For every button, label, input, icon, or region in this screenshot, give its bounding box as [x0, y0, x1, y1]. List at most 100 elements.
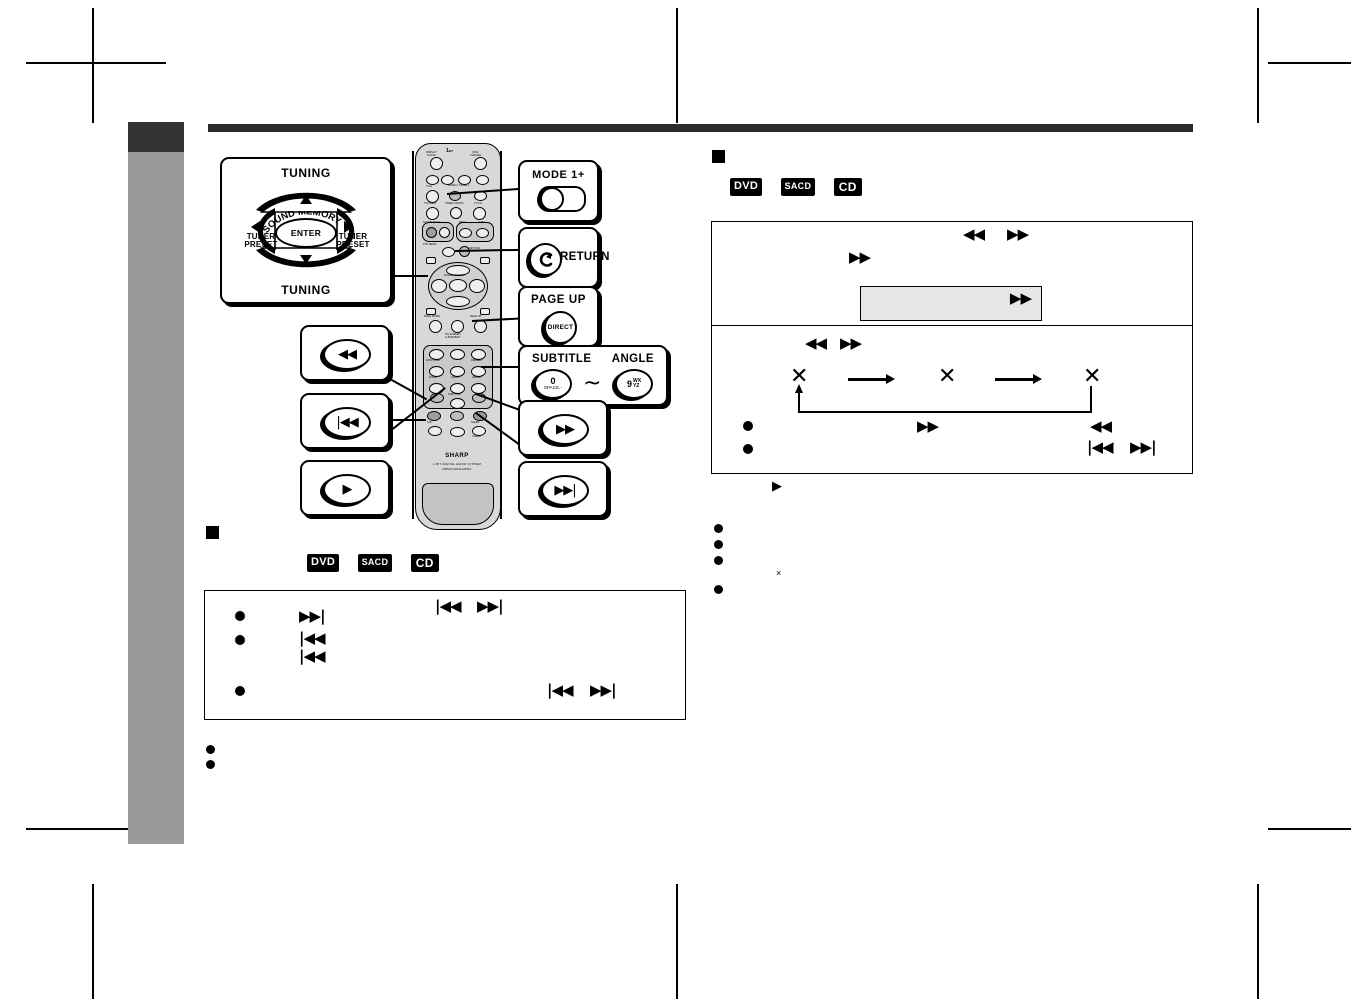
- remote-top-menu-button: [442, 247, 455, 257]
- crop-mark-bottom-left: [92, 884, 94, 999]
- remote-label-page-up: PAGE UP: [470, 315, 482, 318]
- return-button-icon: [529, 243, 562, 276]
- callout-rewind: ◀◀: [300, 325, 390, 381]
- remote-corner-tl: [426, 257, 436, 264]
- loop-arrow-up: [794, 384, 803, 393]
- leader-line-prev: [390, 419, 426, 421]
- remote-label-page-down: PAGE DOWN: [424, 315, 440, 318]
- callout-angle-title: ANGLE: [611, 353, 654, 365]
- right-upper-glyph-ff-1: ▶▶: [1007, 225, 1029, 243]
- crop-mark-top-left: [92, 8, 94, 123]
- remote-model-line-1: 1-BIT DIGITAL AUDIO SYSTEM: [433, 462, 481, 466]
- remote-timer-button: [450, 207, 462, 219]
- right-lower-glyph-prev: |◀◀: [1087, 438, 1114, 456]
- remote-nav-right: [469, 279, 485, 293]
- callout-navpad: TUNING TUNING TUNER PRESET TUNER PRESET …: [220, 157, 392, 304]
- direct-button-icon: DIRECT: [544, 311, 577, 344]
- left-frame-glyph-prev-3: |◀◀: [299, 647, 326, 665]
- remote-label-bass: BASS: [459, 221, 466, 224]
- left-note-bullet-1: [206, 745, 215, 754]
- crop-mark-right-top: [1268, 62, 1351, 64]
- chapter-loop-diagram: ✕ ✕ ✕: [780, 360, 1120, 418]
- crop-mark-top-center: [676, 8, 678, 123]
- navpad-enter-button: ENTER: [275, 218, 337, 248]
- play-button-icon: ▶: [323, 474, 371, 505]
- remote-page-up-button: [474, 320, 487, 333]
- remote-volume-up-button: [476, 175, 489, 185]
- mode1-switch-knob: [540, 187, 564, 211]
- remote-on-screen-button: [451, 320, 464, 333]
- left-frame-bullet-1: [235, 611, 245, 621]
- loop-x-mark-3: ✕: [1083, 364, 1102, 389]
- remote-auto-button: [476, 228, 489, 238]
- badge-cd-left: CD: [410, 554, 439, 572]
- remote-corner-br: [480, 308, 490, 315]
- right-media-badges: DVD SACD CD: [730, 178, 862, 196]
- manual-page: 1BIT DISPLAY CLOCK DISC CHANGE TV/H MODE 2…: [0, 0, 1351, 999]
- right-lower-bullet-2: [743, 444, 753, 454]
- remote-play-button: [450, 411, 464, 421]
- return-arrow-icon: [539, 251, 552, 267]
- remote-label-1picture: 1/PICTURE: [426, 359, 440, 362]
- callout-fast-forward: ▶▶: [518, 400, 608, 456]
- left-frame-glyph-prev-2: |◀◀: [299, 629, 326, 647]
- left-frame-bullet-2: [235, 635, 245, 645]
- remote-control-illustration: 1BIT DISPLAY CLOCK DISC CHANGE TV/H MODE 2…: [412, 143, 502, 530]
- left-frame-glyph-next-3: ▶▶|: [590, 681, 617, 699]
- remote-model-line-2: RRMCG0111AWSA: [442, 467, 472, 471]
- callout-mode1: MODE 1+: [518, 160, 599, 222]
- key-0-sub: SPACE,-: [543, 385, 563, 391]
- left-media-badges: DVD SACD CD: [307, 554, 439, 572]
- remote-disc-change-button: [474, 157, 487, 170]
- remote-label-sound-memory: SOUND MEMORY: [444, 274, 466, 277]
- page-side-tab: [128, 122, 184, 844]
- remote-nav-down: [446, 296, 470, 307]
- remote-label-top-menu: TOP MENU: [423, 243, 437, 246]
- remote-corner-tr: [480, 257, 490, 264]
- remote-page-down-button: [429, 320, 442, 333]
- remote-corner-bl: [426, 308, 436, 315]
- left-frame-glyph-next-1: ▶▶|: [477, 597, 504, 615]
- navpad-up-arrow: [300, 195, 312, 204]
- right-lower-glyph-ff: ▶▶: [840, 334, 862, 352]
- remote-label-dimmer: DIMMER: [471, 359, 482, 362]
- page-side-tab-header: [128, 122, 184, 152]
- remote-pause-button: [450, 427, 465, 437]
- rewind-button-icon: ◀◀: [323, 339, 371, 370]
- navpad-down-arrow: [300, 255, 312, 264]
- left-note-bullet-2: [206, 760, 215, 769]
- right-lower-bullet-1: [743, 421, 753, 431]
- key-9-angle: 9 WX YZ: [615, 369, 653, 399]
- right-note-bullet-4: [714, 585, 723, 594]
- left-section-marker: [206, 526, 219, 539]
- right-lower-glyph-rew: ◀◀: [805, 334, 827, 352]
- right-multiply-symbol: ×: [776, 568, 782, 578]
- remote-label-angle-key: ANGLE: [472, 376, 481, 379]
- remote-label-clear: CLEAR: [472, 435, 481, 438]
- right-note-bullet-3: [714, 556, 723, 565]
- remote-label-disc-change: DISC CHANGE: [470, 151, 482, 157]
- loop-line-right: [1090, 386, 1093, 413]
- left-frame-glyph-next-2: ▶▶|: [299, 607, 326, 625]
- callout-prev-track: |◀◀: [300, 393, 390, 449]
- loop-line-left: [798, 392, 801, 412]
- remote-label-sleep: SLEEP: [471, 421, 480, 424]
- header-rule: [208, 124, 1193, 132]
- callout-subtitle-angle: SUBTITLE ANGLE 0 SPACE,- ~ 9 WX YZ: [518, 345, 668, 406]
- range-tilde: ~: [583, 371, 602, 396]
- remote-sound-mode-plus: [439, 227, 450, 238]
- right-section-marker: [712, 150, 725, 163]
- remote-key-0: [450, 398, 465, 409]
- remote-label-mode: MODE 2 MODE 1: [448, 184, 470, 187]
- right-play-glyph: ▶: [772, 479, 782, 494]
- badge-dvd-right: DVD: [730, 178, 763, 196]
- remote-key-2: [450, 349, 465, 360]
- callout-navpad-title-bottom: TUNING: [281, 283, 331, 297]
- remote-enter-button: [449, 279, 467, 292]
- right-note-bullet-2: [714, 540, 723, 549]
- badge-sacd-right: SACD: [780, 178, 816, 196]
- remote-brand-label: SHARP: [445, 453, 469, 459]
- leader-line-subtitle: [481, 366, 523, 368]
- remote-bass-button: [459, 228, 472, 238]
- right-lower-glyph-next: ▶▶|: [1130, 438, 1157, 456]
